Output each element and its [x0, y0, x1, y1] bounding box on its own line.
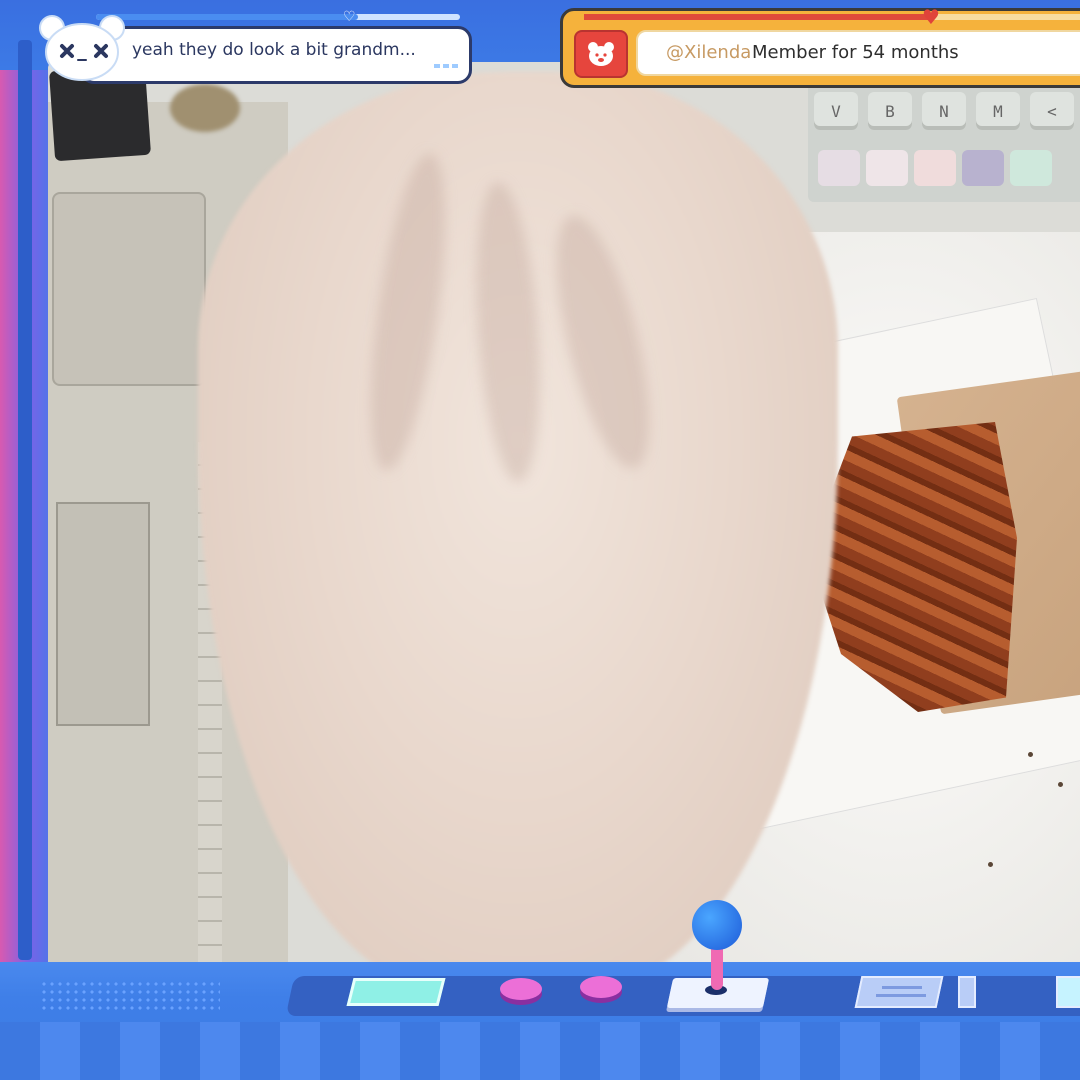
- coin-slot: [958, 976, 976, 1008]
- keyboard-key: <: [1030, 92, 1074, 130]
- keyboard: V B N M <: [808, 82, 1080, 202]
- mat-illustration-window: [56, 502, 150, 726]
- keyboard-key: M: [976, 92, 1020, 130]
- foot-closeup: [198, 72, 838, 962]
- chat-message-text: yeah they do look a bit grandm...: [132, 40, 416, 60]
- keyboard-key: N: [922, 92, 966, 130]
- arcade-button-pink: [580, 976, 622, 998]
- coin-slot-panel: [854, 976, 944, 1008]
- chat-dots: [434, 64, 458, 68]
- heart-icon: ♥: [922, 5, 940, 29]
- slot-line: [882, 986, 922, 989]
- chat-progress-fill: [96, 14, 359, 20]
- plush-toy: [170, 84, 240, 132]
- member-progress-track: [584, 14, 1080, 20]
- panel-stripes: [0, 1022, 1080, 1080]
- crumb: [988, 862, 993, 867]
- panel-dots: [40, 980, 220, 1010]
- keyboard-key: B: [868, 92, 912, 130]
- keycap-art: [1010, 150, 1052, 186]
- panel-screen: [1056, 976, 1080, 1008]
- arcade-frame-trim: [18, 40, 32, 960]
- member-duration: Member for 54 months: [752, 42, 959, 63]
- bear-x-eyes-icon: [39, 15, 125, 81]
- keycap-art: [914, 150, 956, 186]
- red-bear-badge-icon: [574, 30, 628, 78]
- keyboard-key: V: [814, 92, 858, 130]
- chat-progress-track: [96, 14, 460, 20]
- crumb: [1058, 782, 1063, 787]
- keycap-art: [962, 150, 1004, 186]
- camera-feed: V B N M <: [48, 62, 1080, 962]
- crumb: [1028, 752, 1033, 757]
- joystick-icon: [692, 900, 742, 950]
- arcade-button-pink: [500, 978, 542, 1000]
- slot-line: [876, 994, 926, 997]
- mat-illustration: [52, 192, 206, 386]
- heart-icon: ♡: [343, 9, 356, 25]
- keycap-art: [818, 150, 860, 186]
- screen-button: [346, 978, 446, 1006]
- keycap-art: [866, 150, 908, 186]
- member-progress-fill: [584, 14, 932, 20]
- member-username: @Xilenda: [666, 42, 752, 63]
